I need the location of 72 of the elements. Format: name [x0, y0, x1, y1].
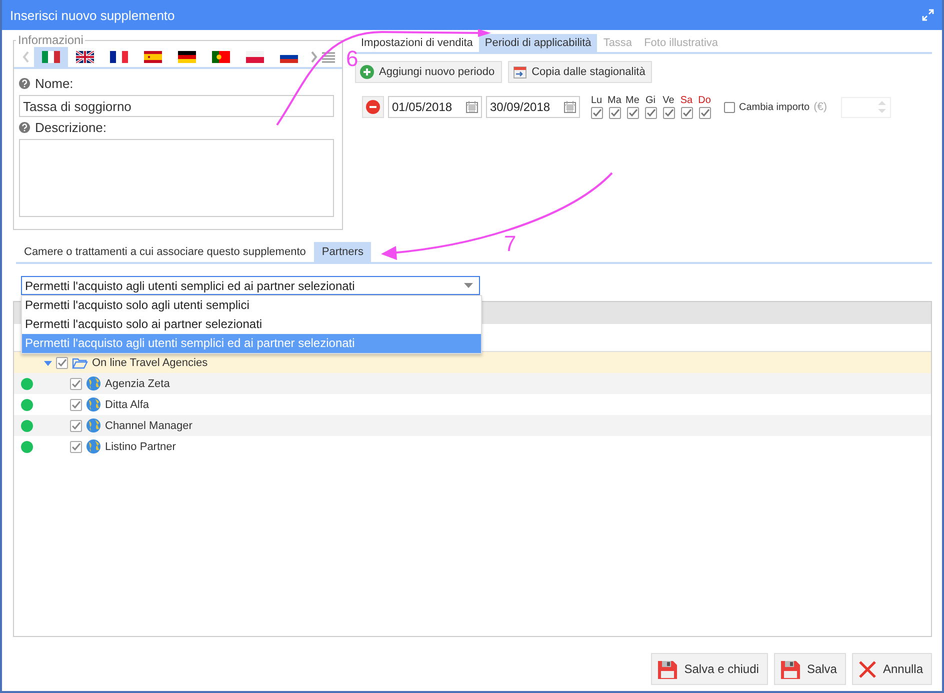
close-icon	[858, 660, 876, 678]
currency-label: (€)	[814, 101, 828, 113]
footer-button[interactable]: Salva	[774, 653, 846, 685]
checkbox[interactable]	[644, 107, 656, 119]
description-field[interactable]	[19, 139, 334, 217]
maximize-icon[interactable]	[922, 9, 934, 21]
flag-icon	[144, 51, 162, 63]
weekday-label: Ma	[608, 95, 622, 107]
folder-icon	[72, 356, 88, 368]
chevron-right-icon[interactable]	[310, 51, 318, 63]
checkbox[interactable]	[626, 107, 638, 119]
field-label: Nome:	[35, 76, 74, 91]
window-title: Inserisci nuovo supplemento	[10, 8, 175, 22]
partner-name: Listino Partner	[105, 440, 176, 452]
access-dropdown[interactable]: Permetti l'acquisto agli utenti semplici ed ai partner selezionati	[21, 276, 480, 295]
checkbox[interactable]	[680, 107, 692, 119]
weekday-label: Ve	[662, 95, 674, 107]
calendar-icon	[512, 65, 527, 79]
dropdown-caret-icon	[464, 283, 473, 288]
list-icon[interactable]	[322, 52, 335, 62]
group-label: On line Travel Agencies	[92, 356, 208, 368]
help-icon[interactable]	[19, 122, 30, 133]
checkbox[interactable]	[70, 378, 82, 390]
partner-name: Agenzia Zeta	[105, 378, 170, 390]
expand-caret-icon[interactable]	[44, 358, 52, 366]
dropdown-option[interactable]: Permetti l'acquisto solo agli utenti semplici	[22, 296, 481, 315]
checkbox[interactable]	[608, 107, 620, 119]
minus-icon	[366, 100, 380, 114]
panel-legend: Informazioni	[16, 33, 86, 47]
weekday-label: Do	[698, 95, 711, 107]
dropdown-option[interactable]: Permetti l'acquisto solo ai partner selezionati	[22, 315, 481, 334]
checkbox[interactable]	[698, 107, 710, 119]
remove-period-button[interactable]	[362, 96, 384, 118]
checkbox[interactable]	[70, 420, 82, 432]
weekday-label: Sa	[680, 95, 693, 107]
annotation-number: 7	[504, 233, 516, 255]
partner-name: Channel Manager	[105, 420, 192, 432]
flag-icon	[76, 51, 94, 63]
tab[interactable]: Partners	[314, 242, 372, 262]
checkbox[interactable]	[724, 102, 735, 112]
checkbox[interactable]	[662, 107, 674, 119]
flag-icon	[246, 51, 264, 63]
calendar-icon[interactable]	[564, 101, 576, 113]
weekday-label: Gi	[646, 95, 656, 107]
weekday-label: Lu	[590, 95, 602, 107]
partner-name: Ditta Alfa	[105, 398, 150, 410]
action-button[interactable]: Copia dalle stagionalità	[508, 61, 652, 83]
checkbox[interactable]	[590, 107, 602, 119]
checkbox[interactable]	[70, 440, 82, 452]
help-icon[interactable]	[19, 78, 30, 89]
date-field[interactable]: 01/05/2018	[388, 96, 482, 118]
globe-icon	[86, 439, 101, 454]
name-field[interactable]: Tassa di soggiorno	[19, 95, 334, 117]
plus-icon	[360, 65, 374, 79]
flag-icon	[42, 51, 60, 63]
flag-icon	[178, 51, 196, 63]
flag-icon	[110, 51, 128, 63]
flag-icon	[212, 51, 230, 63]
globe-icon	[86, 418, 101, 433]
field-label: Descrizione:	[35, 120, 107, 135]
globe-icon	[86, 397, 101, 412]
calendar-icon[interactable]	[466, 101, 478, 113]
checkbox[interactable]	[56, 356, 68, 368]
date-field[interactable]: 30/09/2018	[486, 96, 580, 118]
weekday-label: Me	[626, 95, 640, 107]
tab[interactable]: Periodi di applicabilità	[478, 34, 598, 52]
tab[interactable]: Camere o trattamenti a cui associare questo supplemento	[16, 242, 314, 262]
globe-icon	[86, 376, 101, 391]
footer-button[interactable]: Salva e chiudi	[651, 653, 768, 685]
checkbox[interactable]	[70, 398, 82, 410]
footer-button[interactable]: Annulla	[852, 653, 932, 685]
checkbox-label: Cambia importo	[739, 102, 810, 112]
